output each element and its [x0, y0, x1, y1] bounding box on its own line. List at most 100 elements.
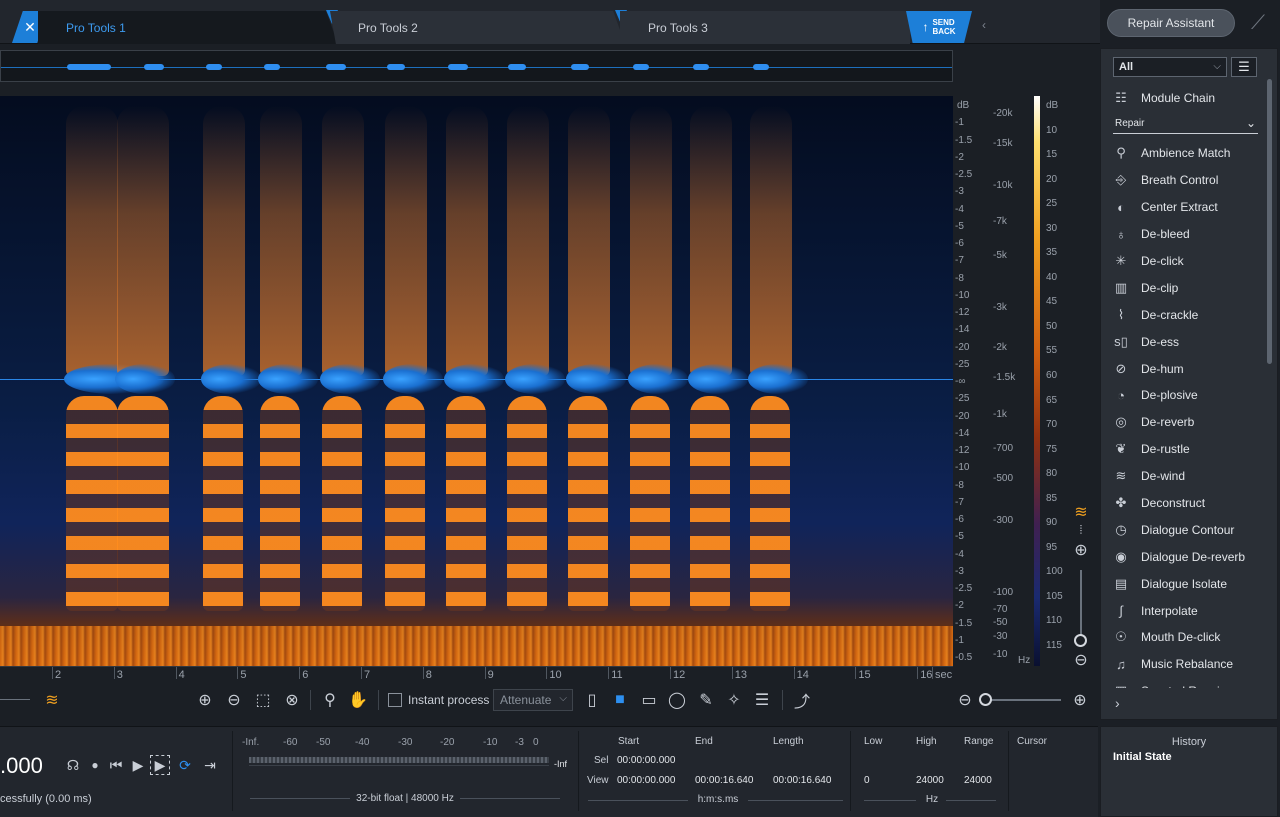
headphones-icon[interactable]: ☊ — [63, 755, 83, 775]
module-item-deconstruct[interactable]: ✤ Deconstruct — [1111, 490, 1261, 517]
de-bleed-icon: ♁ — [1116, 226, 1126, 242]
module-item-spectral-repair[interactable]: ▦ Spectral Repair — [1111, 678, 1261, 688]
module-item-dialogue-contour[interactable]: ◷ Dialogue Contour — [1111, 516, 1261, 543]
zoom-selection-icon[interactable]: ⬚ — [251, 688, 275, 712]
db-scale-label: -1.5 — [955, 134, 973, 146]
module-item-center-extract[interactable]: ◐ Center Extract — [1111, 194, 1261, 221]
tab-pro-tools-3[interactable]: Pro Tools 3 — [620, 11, 910, 44]
tab-pro-tools-2[interactable]: Pro Tools 2 — [330, 11, 625, 44]
time-ruler[interactable]: 2 3 4 5 6 7 8 9 10 11 12 13 14 15 16 sec — [0, 666, 953, 684]
color-db-label: 55 — [1046, 345, 1058, 357]
hand-icon[interactable]: ✋ — [346, 688, 370, 712]
chevron-left-icon[interactable]: ‹ — [982, 18, 986, 32]
low-frequency-field[interactable]: 0 — [864, 775, 870, 786]
db-scale-label: -∞ — [955, 376, 966, 387]
color-db-label: 90 — [1046, 517, 1058, 529]
module-chain-button[interactable]: ☷ Module Chain — [1111, 87, 1215, 109]
spectral-burst-upper — [750, 106, 792, 376]
module-item-de-plosive[interactable]: ◔ De-plosive — [1111, 382, 1261, 409]
sel-start-field[interactable]: 00:00:00.000 — [617, 755, 675, 766]
module-item-de-clip[interactable]: ▥ De-clip — [1111, 274, 1261, 301]
loop-icon[interactable]: ⟳ — [175, 755, 195, 775]
module-item-interpolate[interactable]: ∫ Interpolate — [1111, 597, 1261, 624]
zoom-in-icon[interactable]: ⊕ — [193, 688, 217, 712]
brush-icon[interactable]: ✎ — [694, 688, 718, 712]
mouth-de-click-icon: ☉ — [1115, 629, 1127, 645]
unit-divider — [864, 800, 916, 801]
play-to-end-icon[interactable]: ⇥ — [200, 755, 220, 775]
module-item-mouth-de-click[interactable]: ☉ Mouth De-click — [1111, 624, 1261, 651]
instant-process-checkbox[interactable] — [388, 693, 402, 707]
frequency-scale-label: -1.5k — [993, 372, 1016, 383]
vertical-zoom-handle[interactable] — [1074, 634, 1087, 647]
time-selection-icon[interactable]: ▯ — [580, 688, 604, 712]
high-frequency-field[interactable]: 24000 — [916, 775, 944, 786]
view-length-field[interactable]: 00:00:16.640 — [773, 775, 831, 786]
vertical-zoom-out-icon[interactable]: ⊖ — [1069, 648, 1093, 672]
history-item[interactable]: Initial State — [1113, 751, 1172, 763]
module-item-de-hum[interactable]: ⊘ De-hum — [1111, 355, 1261, 382]
color-db-label: 70 — [1046, 419, 1058, 431]
vertical-zoom-in-icon[interactable]: ⊕ — [1069, 538, 1093, 562]
db-scale-label: -2 — [955, 600, 964, 612]
module-item-music-rebalance[interactable]: ♫ Music Rebalance — [1111, 651, 1261, 678]
fade-curve-icon[interactable]: ⤴ — [790, 688, 814, 712]
module-item-dialogue-isolate[interactable]: ▤ Dialogue Isolate — [1111, 570, 1261, 597]
tab-pro-tools-1[interactable]: Pro Tools 1 — [38, 11, 338, 44]
frequency-scale-label: -10k — [993, 180, 1013, 191]
box-selection-icon[interactable]: ■ — [608, 688, 632, 712]
frequency-scale-label: -300 — [993, 515, 1014, 526]
module-item-de-rustle[interactable]: ❦ De-rustle — [1111, 436, 1261, 463]
repair-assistant-button[interactable]: Repair Assistant — [1107, 9, 1235, 37]
chevron-down-icon: ⌄ — [1245, 116, 1256, 130]
bottom-toolbar: ≋ ⊕ ⊖ ⬚ ⊗ ⚲ ✋ Instant process Attenuate ⌵… — [0, 684, 1098, 716]
horizontal-zoom-out-icon[interactable]: ⊖ — [953, 688, 977, 712]
zoom-out-icon[interactable]: ⊖ — [222, 688, 246, 712]
zoom-fit-icon[interactable]: ⊗ — [280, 688, 304, 712]
waveform-transient — [201, 364, 261, 394]
horizontal-zoom-handle[interactable] — [979, 693, 992, 706]
module-item-de-crackle[interactable]: ⌇ De-crackle — [1111, 301, 1261, 328]
module-item-label: De-crackle — [1141, 307, 1199, 322]
waveform-overview[interactable] — [0, 50, 953, 82]
module-item-de-bleed[interactable]: ♁ De-bleed — [1111, 221, 1261, 248]
rewind-icon[interactable]: ⏮ — [106, 755, 126, 775]
instant-process-label: Instant process — [408, 693, 490, 707]
process-mode-select[interactable]: Attenuate ⌵ — [493, 689, 573, 711]
harmonic-selection-icon[interactable]: ☰ — [750, 688, 774, 712]
module-item-breath-control[interactable]: ⎆ Breath Control — [1111, 167, 1261, 194]
frequency-selection-icon[interactable]: ▭ — [637, 688, 661, 712]
magnify-icon[interactable]: ⚲ — [318, 688, 342, 712]
spectral-burst-upper — [117, 106, 169, 376]
lasso-icon[interactable]: ◯ — [665, 688, 689, 712]
module-filter-select[interactable]: All ⌵ — [1113, 57, 1227, 77]
horizontal-zoom-in-icon[interactable]: ⊕ — [1068, 688, 1092, 712]
db-scale-label: -6 — [955, 238, 964, 249]
record-icon[interactable]: ● — [85, 755, 105, 775]
vertical-zoom-slider[interactable] — [1080, 570, 1082, 640]
spectrogram-view[interactable] — [0, 96, 953, 666]
horizontal-zoom-slider[interactable] — [983, 699, 1061, 701]
amplitude-slider[interactable] — [0, 699, 30, 700]
module-item-de-click[interactable]: ✳ De-click — [1111, 248, 1261, 275]
send-back-button[interactable]: ↑ SEND BACK — [906, 11, 972, 43]
chevron-right-icon[interactable]: › — [1115, 695, 1120, 711]
range-frequency-field[interactable]: 24000 — [964, 775, 992, 786]
unit-divider — [946, 800, 996, 801]
view-start-field[interactable]: 00:00:00.000 — [617, 775, 675, 786]
spectrogram-toggle-icon[interactable]: ≋ — [40, 688, 64, 712]
magic-wand-icon[interactable]: ✧ — [722, 688, 746, 712]
play-icon[interactable]: ▶ — [128, 755, 148, 775]
module-item-dialogue-de-reverb[interactable]: ◉ Dialogue De-reverb — [1111, 543, 1261, 570]
module-menu-button[interactable]: ☰ — [1231, 57, 1257, 77]
view-end-field[interactable]: 00:00:16.640 — [695, 775, 753, 786]
module-item-de-ess[interactable]: s▯ De-ess — [1111, 328, 1261, 355]
meter-scale-label: -60 — [283, 737, 298, 748]
play-selection-icon[interactable]: ▶ — [150, 755, 170, 775]
module-item-ambience-match[interactable]: ⚲ Ambience Match — [1111, 140, 1261, 167]
module-item-de-wind[interactable]: ≋ De-wind — [1111, 463, 1261, 490]
deconstruct-icon: ✤ — [1115, 495, 1127, 511]
module-category-select[interactable]: Repair ⌄ — [1113, 116, 1258, 134]
module-item-de-reverb[interactable]: ◎ De-reverb — [1111, 409, 1261, 436]
module-list-scrollbar[interactable] — [1267, 79, 1272, 364]
